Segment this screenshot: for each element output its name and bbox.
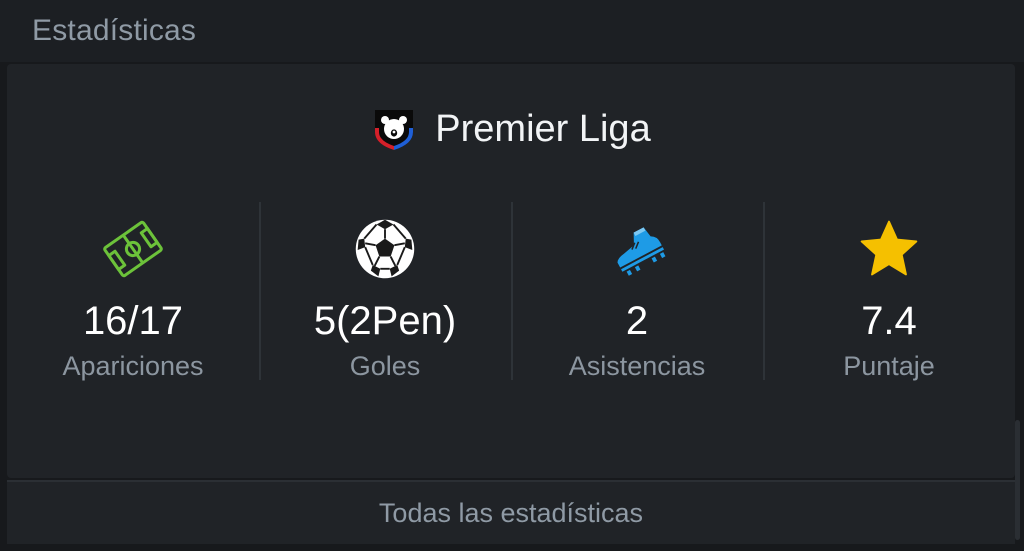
league-name: Premier Liga xyxy=(435,107,651,150)
stat-value: 2 xyxy=(625,299,649,343)
player-stats-screen: Estadísticas Premier Liga 16/17 Aparicio… xyxy=(0,0,1024,551)
soccer-ball-icon xyxy=(355,219,415,279)
stats-card: Premier Liga 16/17 Apariciones 5(2Pen) G… xyxy=(7,64,1015,478)
pitch-icon xyxy=(103,220,163,278)
boot-icon xyxy=(617,227,666,276)
scrollbar[interactable] xyxy=(1015,420,1020,540)
stat-label: Goles xyxy=(349,351,421,381)
league-header[interactable]: Premier Liga xyxy=(7,104,1015,154)
all-stats-label: Todas las estadísticas xyxy=(378,497,644,528)
stat-appearances: 16/17 Apariciones xyxy=(7,202,259,382)
stat-value: 7.4 xyxy=(861,299,917,343)
all-stats-button[interactable]: Todas las estadísticas xyxy=(7,480,1015,544)
stats-row: 16/17 Apariciones 5(2Pen) Goles 2 Asiste… xyxy=(7,202,1015,382)
bear-shield-logo xyxy=(375,110,414,150)
stat-value: 5(2Pen) xyxy=(313,299,457,343)
star-icon xyxy=(860,220,918,276)
stat-label: Apariciones xyxy=(62,351,204,381)
stat-goals: 5(2Pen) Goles xyxy=(259,202,511,382)
stat-assists: 2 Asistencias xyxy=(511,202,763,382)
stat-label: Asistencias xyxy=(568,351,706,381)
stat-label: Puntaje xyxy=(843,351,935,381)
section-title: Estadísticas xyxy=(32,14,197,47)
stat-value: 16/17 xyxy=(82,299,184,343)
section-header: Estadísticas xyxy=(0,0,1024,62)
stat-rating: 7.4 Puntaje xyxy=(763,202,1015,382)
